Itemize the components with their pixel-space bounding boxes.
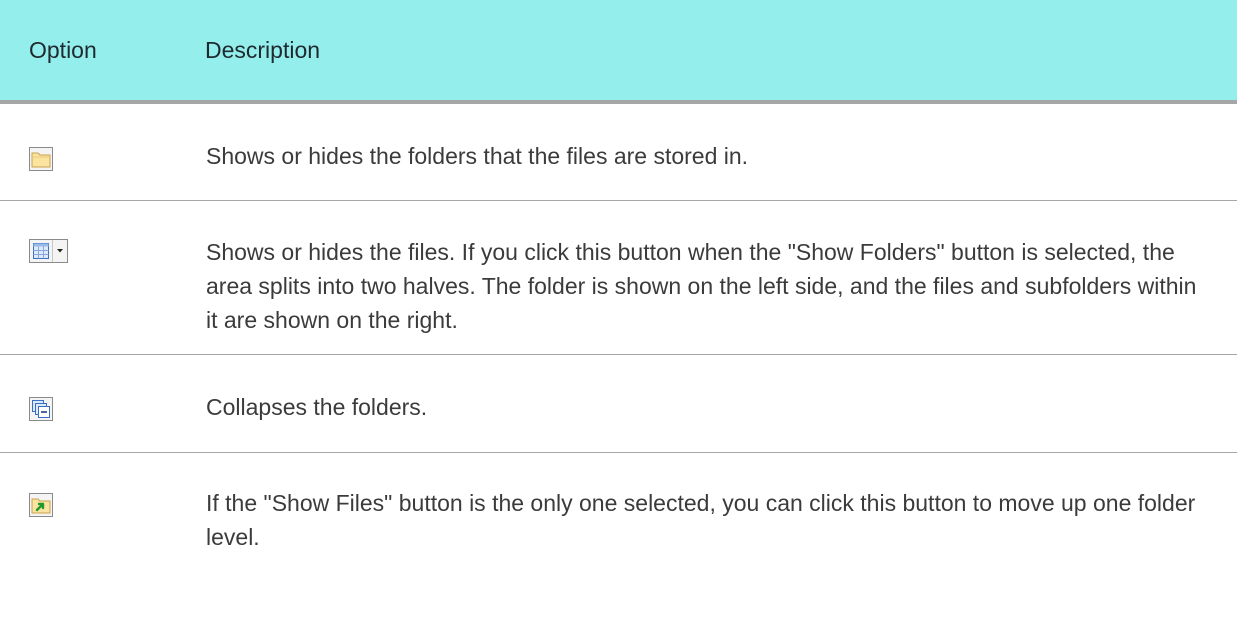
description-cell: Shows or hides the folders that the file… [205,102,1237,201]
header-row: Option Description [0,0,1237,104]
show-files-icon[interactable] [29,238,68,263]
grid-icon [30,240,52,262]
show-folders-icon[interactable] [29,146,53,171]
up-one-level-icon[interactable] [29,493,53,518]
options-table: Option Description Shows or hides the fo… [0,0,1237,576]
table-row: If the "Show Files" button is the only o… [0,452,1237,576]
table-row: Collapses the folders. [0,354,1237,453]
option-cell [0,102,205,201]
option-cell [0,354,205,453]
description-cell: Collapses the folders. [205,354,1237,453]
chevron-down-icon[interactable] [52,239,67,262]
option-cell [0,452,205,576]
table-row: Shows or hides the folders that the file… [0,102,1237,201]
column-header-option: Option [0,0,205,104]
table-body: Shows or hides the folders that the file… [0,102,1237,576]
collapse-folders-icon[interactable] [29,397,53,422]
column-header-description: Description [205,0,1237,104]
description-cell: If the "Show Files" button is the only o… [206,489,1196,550]
table-header: Option Description [0,0,1237,104]
option-cell [0,200,205,355]
description-cell: Shows or hides the files. If you click t… [205,200,1237,355]
table-row: Shows or hides the files. If you click t… [0,200,1237,355]
